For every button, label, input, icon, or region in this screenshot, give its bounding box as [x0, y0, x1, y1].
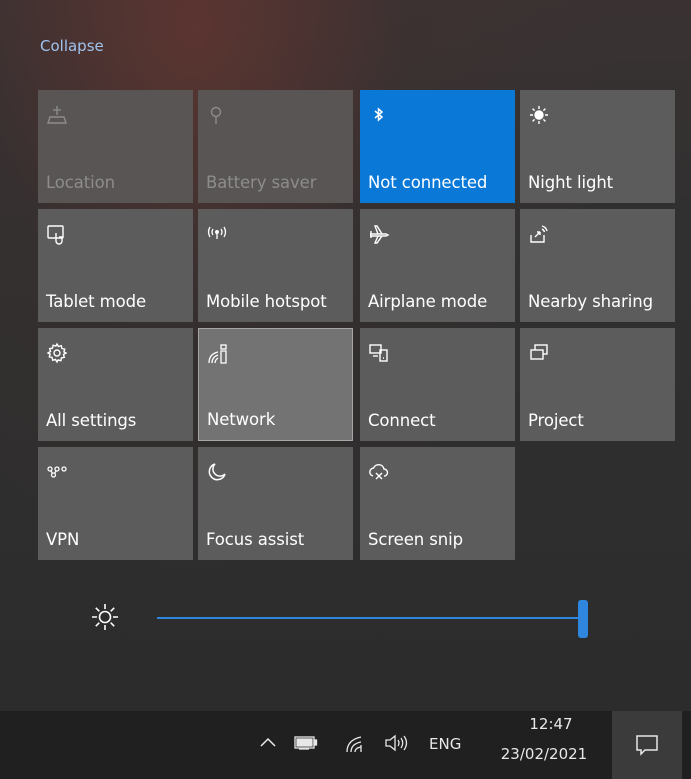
tile-label: Mobile hotspot — [206, 292, 327, 311]
tile-tablet-mode[interactable]: Tablet mode — [38, 209, 193, 322]
brightness-slider-track[interactable] — [157, 617, 585, 619]
tile-bluetooth[interactable]: Not connected — [360, 90, 515, 203]
tile-label: Night light — [528, 173, 614, 192]
tile-label: Battery saver — [206, 173, 317, 192]
brightness-slider-row — [0, 580, 691, 660]
airplane-icon — [368, 223, 390, 245]
nearby-sharing-icon — [528, 223, 550, 245]
tile-nearby-sharing[interactable]: Nearby sharing — [520, 209, 675, 322]
night-light-icon — [528, 104, 550, 126]
action-center-panel: Collapse Location Battery saver Not conn… — [0, 0, 691, 711]
tile-label: Connect — [368, 411, 436, 430]
brightness-slider-thumb[interactable] — [578, 600, 588, 638]
tile-label: Focus assist — [206, 530, 305, 549]
tile-label: Tablet mode — [46, 292, 147, 311]
location-icon — [46, 104, 68, 126]
vpn-icon — [46, 461, 68, 483]
wifi-icon[interactable] — [346, 735, 366, 753]
tile-location[interactable]: Location — [38, 90, 193, 203]
tile-connect[interactable]: Connect — [360, 328, 515, 441]
tile-label: Project — [528, 411, 584, 430]
clock-date[interactable]: 23/02/2021 — [492, 745, 596, 763]
brightness-sun-icon — [90, 602, 120, 632]
tile-mobile-hotspot[interactable]: Mobile hotspot — [198, 209, 353, 322]
tile-label: Not connected — [368, 173, 488, 192]
network-icon — [207, 343, 229, 365]
tile-vpn[interactable]: VPN — [38, 447, 193, 560]
tile-all-settings[interactable]: All settings — [38, 328, 193, 441]
tile-label: Screen snip — [368, 530, 463, 549]
tile-label: Nearby sharing — [528, 292, 653, 311]
tile-night-light[interactable]: Night light — [520, 90, 675, 203]
input-language-indicator[interactable]: ENG — [429, 735, 461, 753]
project-icon — [528, 342, 550, 364]
chevron-up-icon[interactable] — [260, 737, 276, 747]
mobile-hotspot-icon — [206, 223, 228, 245]
action-center-button[interactable] — [612, 711, 682, 779]
tile-focus-assist[interactable]: Focus assist — [198, 447, 353, 560]
tile-battery-saver[interactable]: Battery saver — [198, 90, 353, 203]
tile-label: Network — [207, 410, 276, 429]
moon-icon — [206, 461, 228, 483]
notification-icon — [636, 735, 658, 756]
tile-label: VPN — [46, 530, 80, 549]
clock-time[interactable]: 12:47 — [506, 715, 596, 733]
connect-icon — [368, 342, 390, 364]
collapse-link[interactable]: Collapse — [40, 37, 104, 55]
bluetooth-icon — [368, 104, 390, 126]
tablet-mode-icon — [46, 223, 68, 245]
tile-screen-snip[interactable]: Screen snip — [360, 447, 515, 560]
tile-network[interactable]: Network — [198, 328, 353, 441]
battery-saver-icon — [206, 104, 228, 126]
tile-label: Airplane mode — [368, 292, 488, 311]
taskbar: ENG 12:47 23/02/2021 — [0, 711, 691, 779]
battery-icon[interactable] — [294, 735, 318, 751]
tile-airplane-mode[interactable]: Airplane mode — [360, 209, 515, 322]
tile-label: Location — [46, 173, 115, 192]
tile-project[interactable]: Project — [520, 328, 675, 441]
speaker-icon[interactable] — [384, 733, 410, 753]
screen-snip-icon — [368, 461, 390, 483]
tile-label: All settings — [46, 411, 137, 430]
gear-icon — [46, 342, 68, 364]
